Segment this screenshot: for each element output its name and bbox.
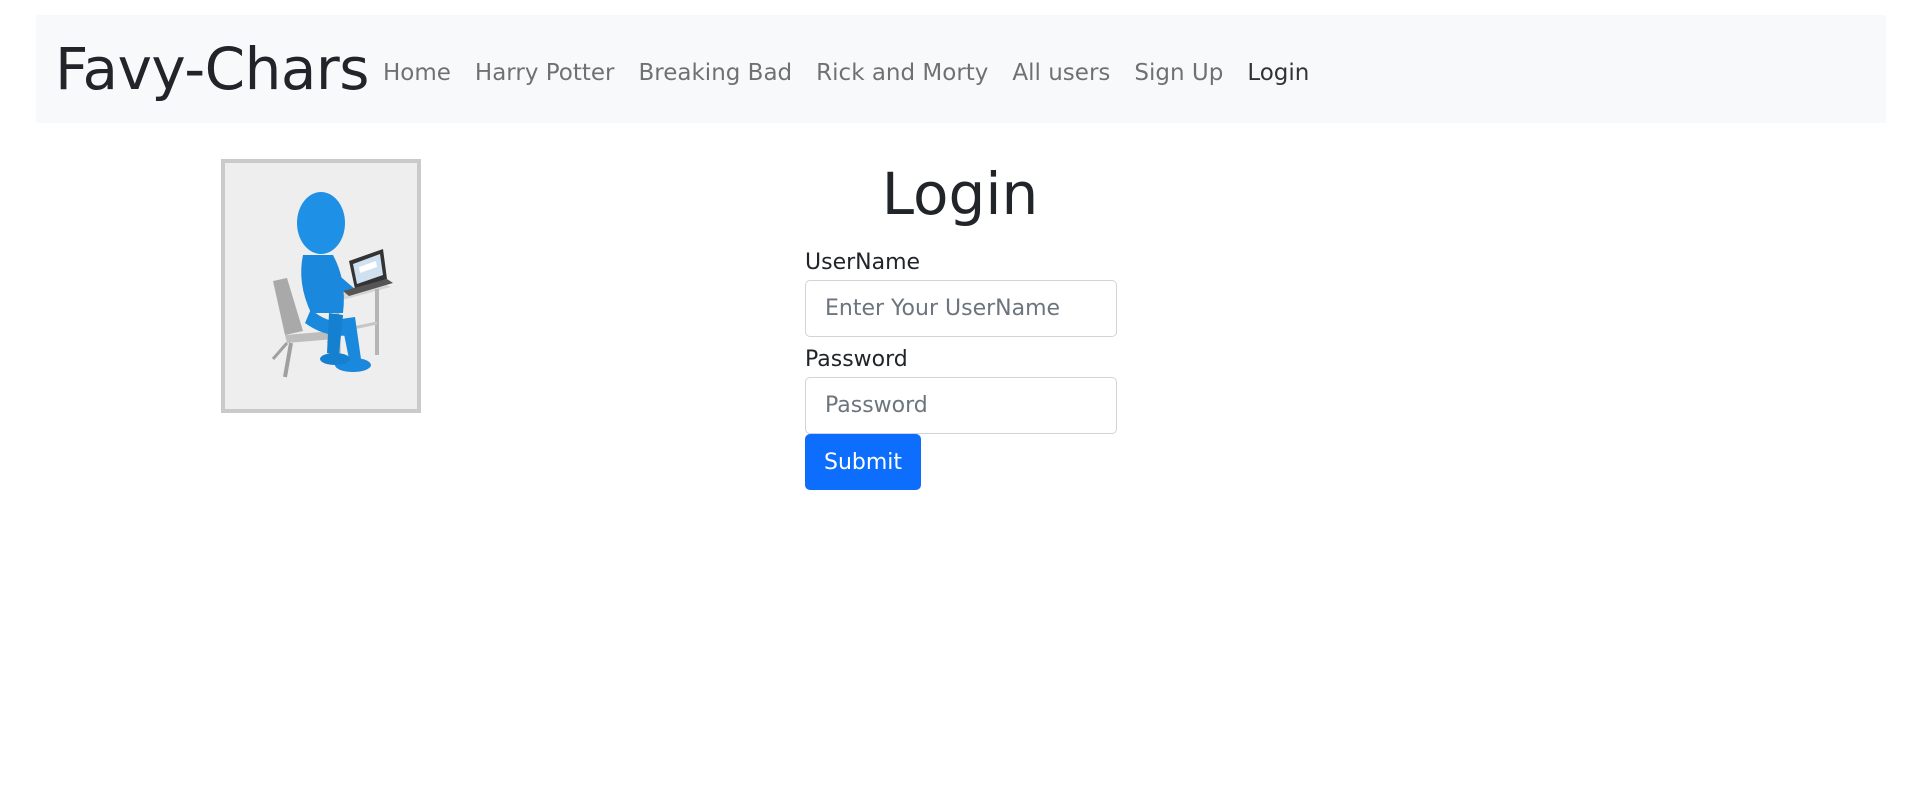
nav-links: Home Harry Potter Breaking Bad Rick and … <box>383 60 1333 86</box>
nav-sign-up[interactable]: Sign Up <box>1134 60 1223 86</box>
nav-home[interactable]: Home <box>383 60 451 86</box>
password-label: Password <box>805 347 908 372</box>
nav-harry-potter[interactable]: Harry Potter <box>475 60 615 86</box>
login-form: UserName Password Submit <box>805 250 1117 490</box>
nav-all-users[interactable]: All users <box>1012 60 1110 86</box>
password-input[interactable] <box>805 377 1117 434</box>
nav-login[interactable]: Login <box>1247 60 1309 86</box>
brand-logo[interactable]: Favy-Chars <box>55 35 370 103</box>
submit-button[interactable]: Submit <box>805 434 922 490</box>
nav-rick-and-morty[interactable]: Rick and Morty <box>816 60 988 86</box>
navbar: Favy-Chars Home Harry Potter Breaking Ba… <box>36 15 1886 123</box>
person-laptop-icon <box>271 192 393 378</box>
username-label: UserName <box>805 250 921 275</box>
page-title: Login <box>881 160 1039 228</box>
user-at-laptop-image <box>221 159 421 413</box>
username-input[interactable] <box>805 280 1117 337</box>
nav-breaking-bad[interactable]: Breaking Bad <box>639 60 793 86</box>
